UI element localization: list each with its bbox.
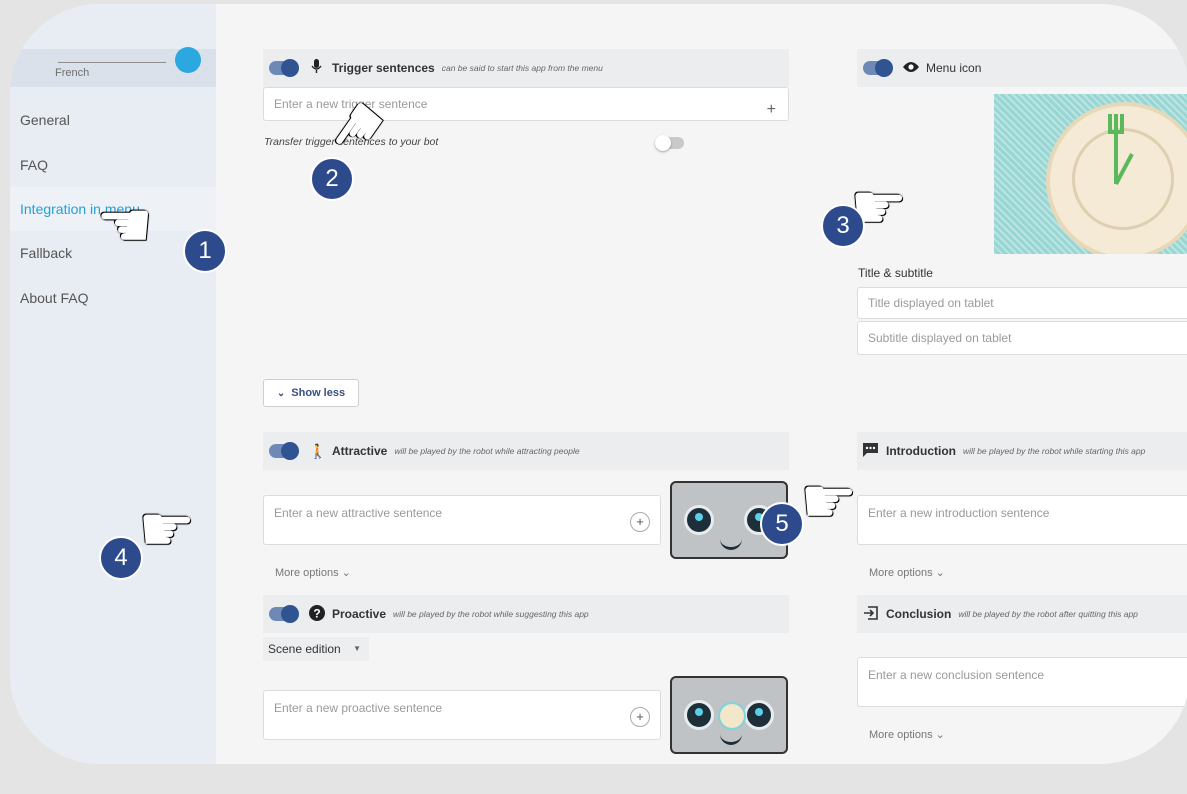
sidebar-item-general[interactable]: General — [10, 98, 216, 142]
chat-bubble-icon — [863, 442, 878, 460]
resize-handle[interactable] — [264, 544, 271, 545]
introduction-placeholder: Enter a new introduction sentence — [868, 506, 1050, 520]
proactive-toggle[interactable] — [269, 605, 299, 623]
trigger-toggle[interactable] — [269, 59, 299, 77]
sidebar-item-about-faq[interactable]: About FAQ — [10, 276, 216, 320]
attractive-subtitle: will be played by the robot while attrac… — [394, 446, 580, 456]
scene-edition-label: Scene edition — [268, 642, 341, 656]
menu-icon-title: Menu icon — [926, 61, 982, 75]
proactive-subtitle: will be played by the robot while sugges… — [393, 609, 589, 619]
introduction-subtitle: will be played by the robot while starti… — [962, 446, 1146, 456]
add-attractive-icon[interactable]: + — [630, 512, 650, 532]
sidebar: French General FAQ Integration in menu F… — [10, 4, 216, 764]
fork-icon — [1108, 114, 1134, 185]
robot-face-proactive[interactable] — [670, 676, 788, 754]
trigger-subtitle: can be said to start this app from the m… — [441, 63, 603, 73]
walking-person-icon: 🚶 — [309, 442, 327, 459]
sidebar-item-faq[interactable]: FAQ — [10, 143, 216, 187]
menu-icon-header: Menu icon — [857, 49, 1187, 87]
pointing-hand-icon-5: ☛ — [800, 465, 858, 537]
step-badge-1: 1 — [183, 229, 227, 273]
show-less-button[interactable]: ⌄ Show less — [263, 379, 359, 407]
attractive-header: 🚶 Attractive will be played by the robot… — [263, 432, 789, 470]
pointing-hand-icon-4: ☛ — [138, 493, 196, 565]
step-badge-3: 3 — [821, 204, 865, 248]
language-selector[interactable]: French — [10, 47, 216, 87]
language-underline — [58, 62, 166, 63]
caret-down-icon: ▼ — [353, 644, 361, 653]
eye-icon — [903, 60, 919, 76]
robot-mouth — [720, 734, 742, 745]
attractive-more-options[interactable]: More options ⌄ — [275, 566, 351, 579]
resize-handle[interactable] — [264, 739, 271, 740]
step-badge-2: 2 — [310, 157, 354, 201]
introduction-sentence-input[interactable]: Enter a new introduction sentence — [857, 495, 1187, 545]
conclusion-header: Conclusion will be played by the robot a… — [857, 595, 1187, 633]
resize-handle[interactable] — [858, 706, 865, 707]
attractive-toggle[interactable] — [269, 442, 299, 460]
conclusion-more-label: More options — [869, 729, 933, 741]
proactive-header: ? Proactive will be played by the robot … — [263, 595, 789, 633]
svg-text:?: ? — [313, 606, 320, 620]
robot-eye-left — [684, 700, 714, 730]
pointing-hand-icon-1: ☚ — [96, 189, 154, 261]
attractive-more-label: More options — [275, 567, 339, 579]
attractive-sentence-input[interactable]: Enter a new attractive sentence + — [263, 495, 661, 545]
attractive-placeholder: Enter a new attractive sentence — [274, 506, 443, 520]
proactive-title: Proactive — [332, 607, 387, 621]
menu-icon-image[interactable] — [994, 94, 1187, 254]
trigger-title: Trigger sentences — [332, 61, 435, 75]
conclusion-subtitle: will be played by the robot after quitti… — [958, 609, 1138, 619]
tablet-subtitle-input[interactable]: Subtitle displayed on tablet — [857, 321, 1187, 355]
tablet-title-input[interactable]: Title displayed on tablet — [857, 287, 1187, 319]
add-proactive-icon[interactable]: + — [630, 707, 650, 727]
menu-icon-toggle[interactable] — [863, 59, 893, 77]
attractive-title: Attractive — [332, 444, 388, 458]
robot-eye-right — [744, 700, 774, 730]
tablet-subtitle-placeholder: Subtitle displayed on tablet — [868, 331, 1012, 345]
exit-icon — [863, 605, 878, 623]
show-less-label: Show less — [291, 387, 346, 399]
robot-mouth — [720, 539, 742, 550]
tablet-title-placeholder: Title displayed on tablet — [868, 296, 994, 310]
trigger-header: Trigger sentences can be said to start t… — [263, 49, 789, 87]
plate-icon — [718, 702, 746, 730]
title-subtitle-label: Title & subtitle — [858, 266, 933, 280]
proactive-placeholder: Enter a new proactive sentence — [274, 701, 443, 715]
introduction-more-options[interactable]: More options ⌄ — [869, 566, 945, 579]
conclusion-title: Conclusion — [886, 607, 952, 621]
language-label: French — [55, 67, 90, 79]
robot-eye-left — [684, 505, 714, 535]
chevron-down-icon: ⌄ — [276, 388, 286, 399]
introduction-header: Introduction will be played by the robot… — [857, 432, 1187, 470]
conclusion-sentence-input[interactable]: Enter a new conclusion sentence — [857, 657, 1187, 707]
step-badge-5: 5 — [760, 502, 804, 546]
resize-handle[interactable] — [858, 544, 865, 545]
add-trigger-icon[interactable]: + — [767, 94, 776, 120]
introduction-more-label: More options — [869, 567, 933, 579]
microphone-icon — [309, 59, 323, 77]
question-circle-icon: ? — [309, 604, 325, 624]
conclusion-placeholder: Enter a new conclusion sentence — [868, 668, 1045, 682]
scene-edition-dropdown[interactable]: Scene edition ▼ — [263, 637, 369, 661]
transfer-toggle[interactable] — [655, 135, 684, 151]
app-frame: French General FAQ Integration in menu F… — [10, 4, 1187, 764]
language-badge[interactable] — [175, 47, 201, 73]
proactive-sentence-input[interactable]: Enter a new proactive sentence + — [263, 690, 661, 740]
step-badge-4: 4 — [99, 536, 143, 580]
conclusion-more-options[interactable]: More options ⌄ — [869, 728, 945, 741]
introduction-title: Introduction — [886, 444, 956, 458]
